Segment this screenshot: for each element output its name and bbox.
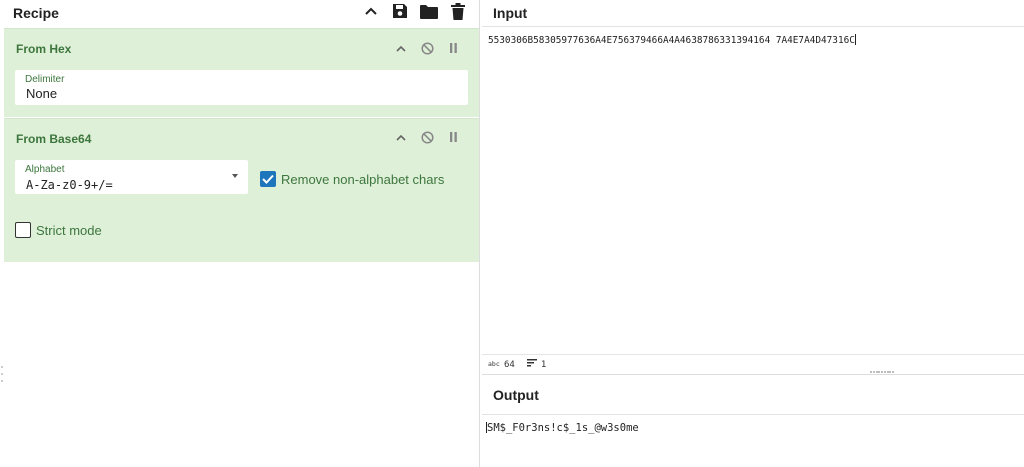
- output-header: Output: [482, 376, 1024, 415]
- strict-mode-checkbox[interactable]: Strict mode: [15, 222, 102, 238]
- output-text-content: SM$_F0r3ns!c$_1s_@w3s0me: [487, 422, 639, 434]
- splitter-handle[interactable]: [870, 371, 894, 374]
- lines-icon: [526, 359, 537, 370]
- folder-icon[interactable]: [419, 2, 438, 21]
- length-stat: abc 64: [488, 360, 515, 370]
- checkbox-checked-icon[interactable]: [260, 171, 276, 187]
- alphabet-value: A-Za-z0-9+/=: [26, 178, 113, 192]
- chevron-up-icon[interactable]: [393, 129, 409, 145]
- pause-icon[interactable]: [445, 40, 461, 56]
- recipe-header: Recipe: [0, 0, 479, 26]
- pane-resize-handle[interactable]: [1, 366, 4, 382]
- operation-title: From Hex: [16, 42, 72, 56]
- abc-icon: abc: [488, 360, 500, 370]
- output-pane: Output SM$_F0r3ns!c$_1s_@w3s0me: [482, 376, 1024, 467]
- recipe-toolbar: [361, 0, 467, 22]
- operation-from-base64: From Base64 Alphabet A-Za-z0-9+/= Remove…: [4, 118, 479, 262]
- lines-stat: 1: [526, 359, 547, 370]
- text-cursor: [854, 34, 856, 45]
- alphabet-label: Alphabet: [25, 164, 65, 175]
- delimiter-value: None: [26, 86, 58, 101]
- dropdown-caret-icon: [232, 174, 238, 178]
- delimiter-label: Delimiter: [25, 74, 65, 85]
- output-title: Output: [493, 387, 539, 403]
- save-icon[interactable]: [390, 2, 409, 21]
- strict-mode-label: Strict mode: [36, 222, 102, 238]
- pause-icon[interactable]: [445, 129, 461, 145]
- remove-non-alphabet-checkbox[interactable]: Remove non-alphabet chars: [260, 171, 444, 187]
- operation-controls: [393, 40, 461, 56]
- input-textarea[interactable]: 5530306B58305977636A4E756379466A4A463878…: [488, 34, 856, 46]
- input-pane: Input 5530306B58305977636A4E756379466A4A…: [482, 0, 1024, 375]
- disable-icon[interactable]: [419, 40, 435, 56]
- input-header: Input: [482, 0, 1024, 27]
- operation-title: From Base64: [16, 132, 92, 146]
- alphabet-select[interactable]: Alphabet A-Za-z0-9+/=: [15, 160, 248, 194]
- output-textarea[interactable]: SM$_F0r3ns!c$_1s_@w3s0me: [486, 422, 639, 434]
- operation-controls: [393, 129, 461, 145]
- trash-icon[interactable]: [448, 2, 467, 21]
- input-text-content: 5530306B58305977636A4E756379466A4A463878…: [488, 35, 855, 46]
- length-value: 64: [504, 359, 515, 370]
- chevron-up-icon[interactable]: [393, 40, 409, 56]
- delimiter-field[interactable]: Delimiter None: [15, 70, 468, 105]
- operation-from-hex: From Hex Delimiter None: [4, 28, 479, 117]
- svg-text:abc: abc: [488, 360, 500, 367]
- checkbox-unchecked-icon[interactable]: [15, 222, 31, 238]
- input-status-bar: abc 64 1: [482, 354, 1024, 374]
- disable-icon[interactable]: [419, 129, 435, 145]
- lines-value: 1: [540, 359, 547, 370]
- chevron-up-icon[interactable]: [361, 2, 380, 21]
- recipe-pane: Recipe From Hex Delimiter None From Base…: [0, 0, 480, 467]
- recipe-title: Recipe: [13, 5, 59, 21]
- remove-non-alphabet-label: Remove non-alphabet chars: [281, 171, 445, 187]
- input-title: Input: [493, 5, 528, 21]
